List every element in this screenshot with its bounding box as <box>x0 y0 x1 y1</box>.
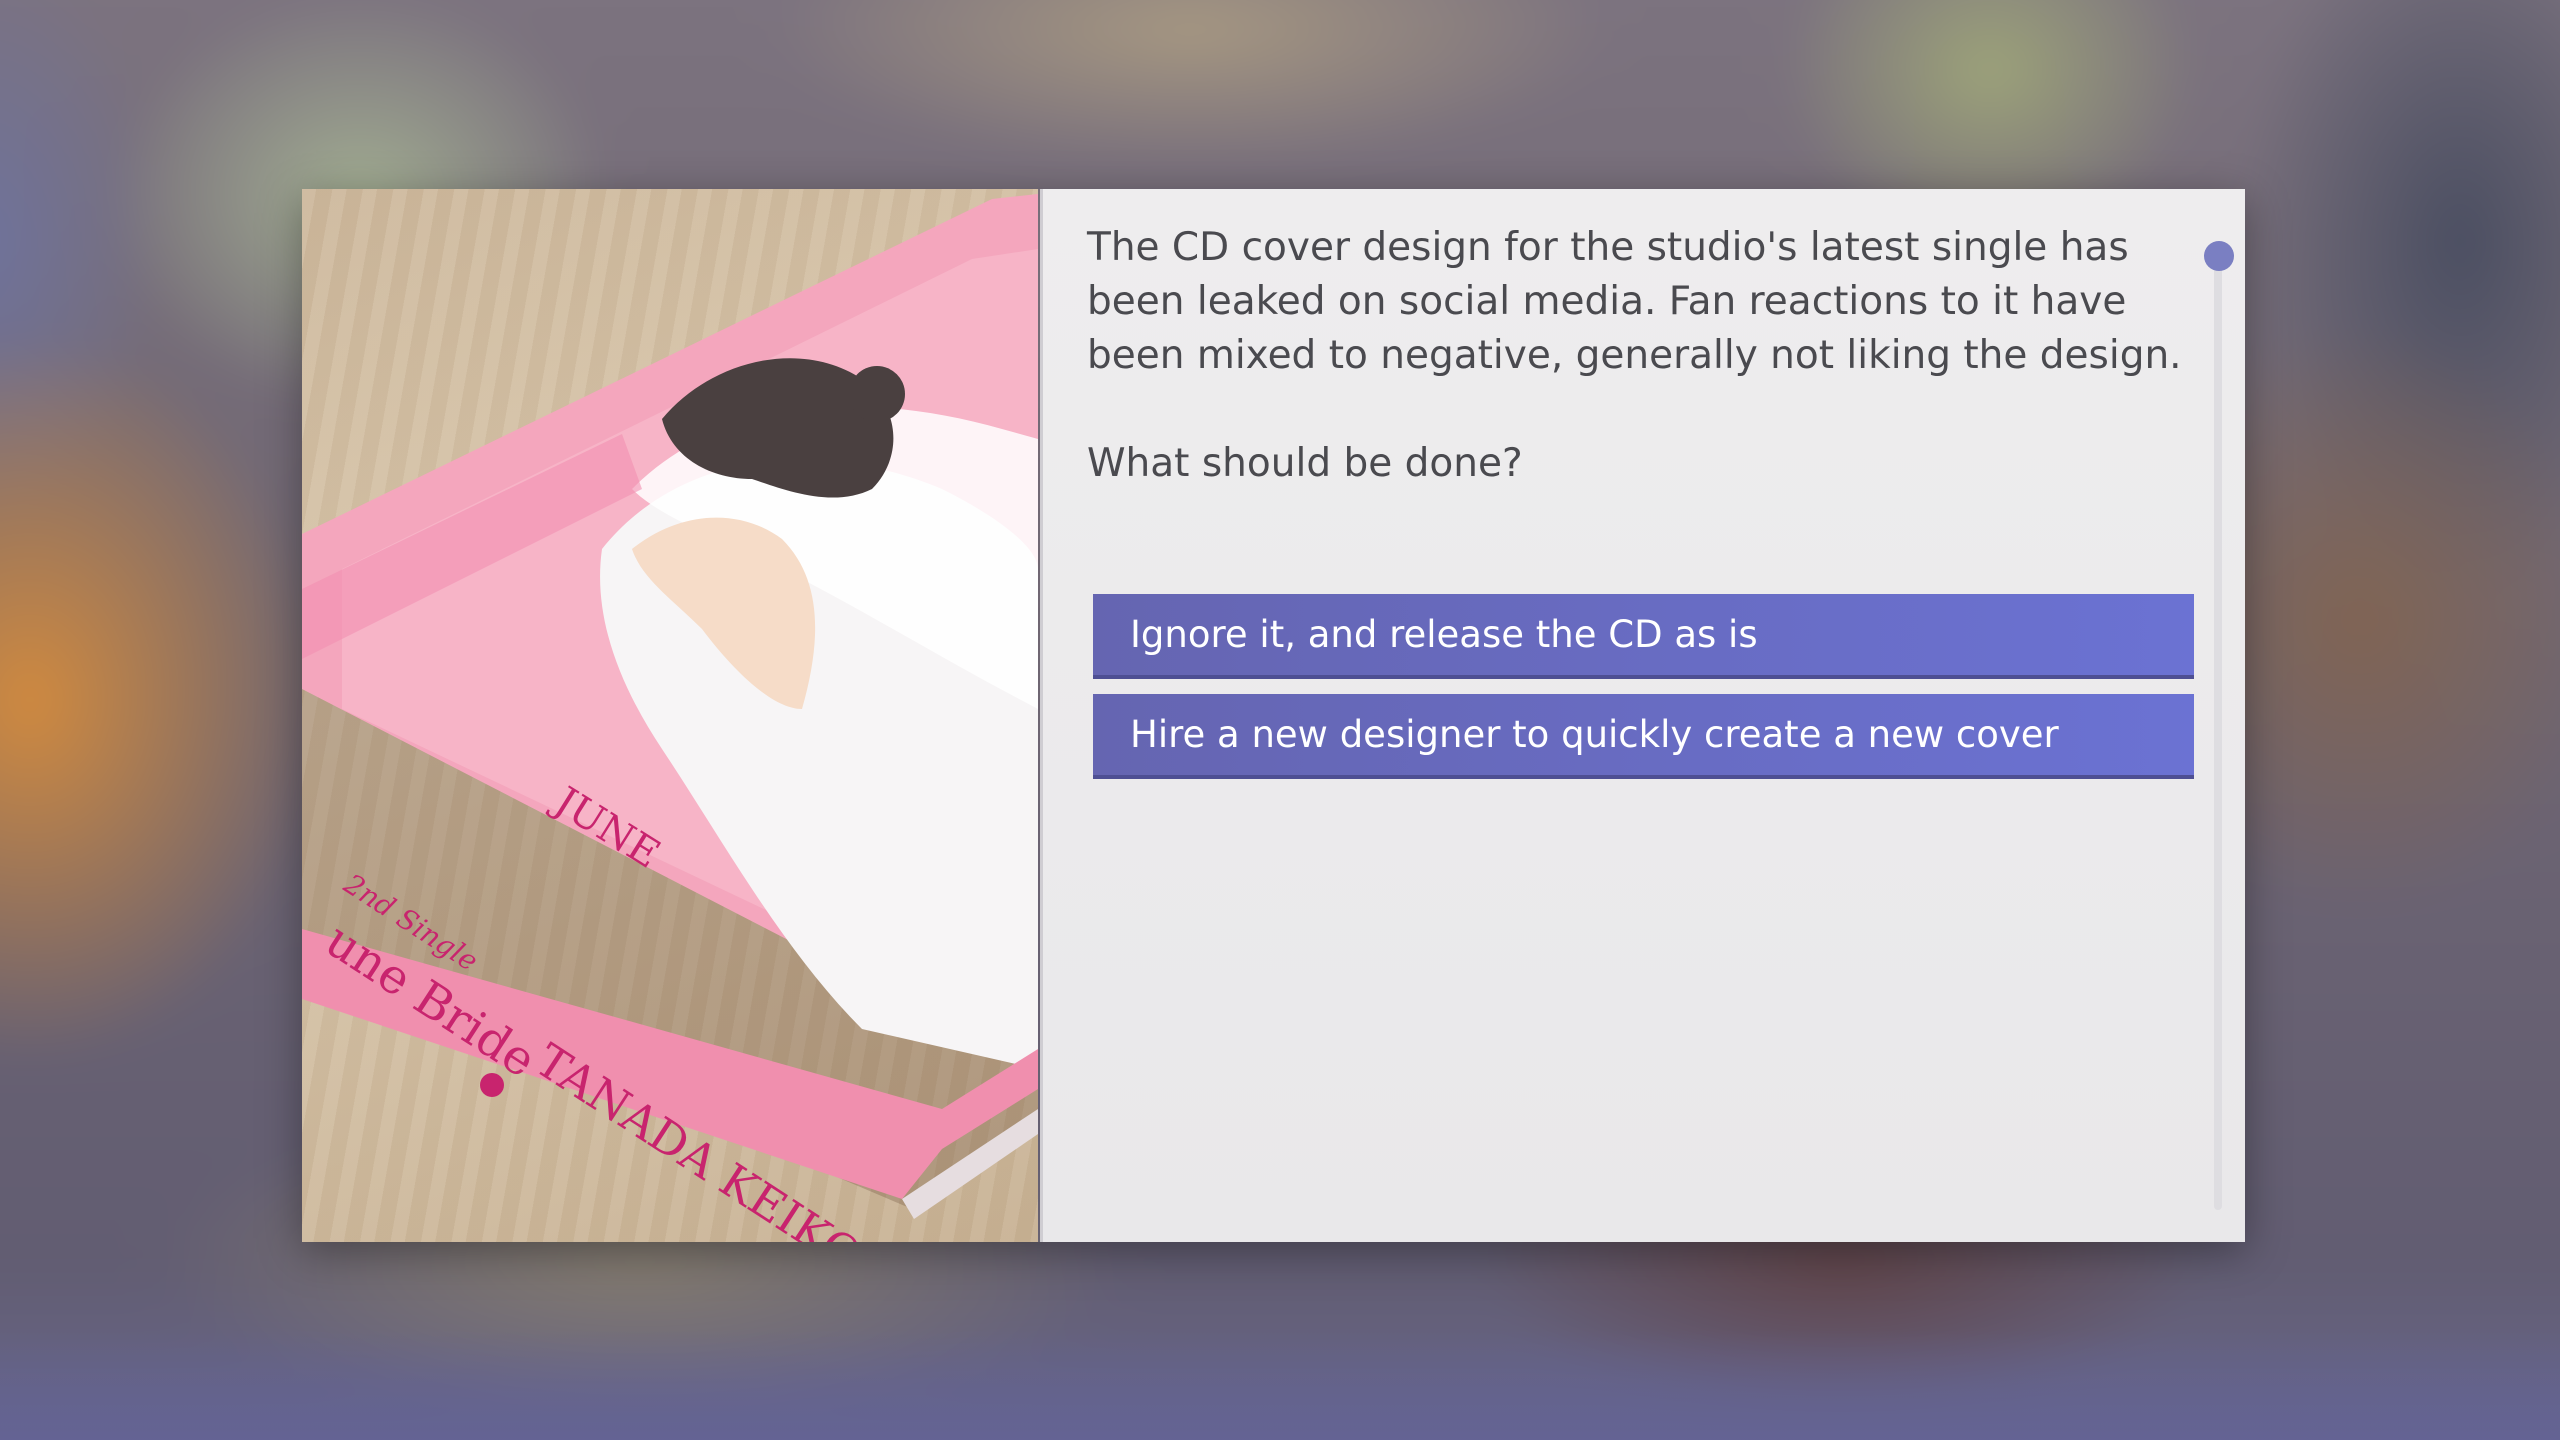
event-dialog: JUNE une Bride TANADA KEIKO 2nd Single T… <box>302 189 2245 1242</box>
scrollbar-track[interactable] <box>2214 245 2222 1210</box>
background-bottom-tint <box>0 1330 2560 1440</box>
cd-case-illustration: JUNE une Bride TANADA KEIKO 2nd Single <box>302 194 1038 1242</box>
event-description: The CD cover design for the studio's lat… <box>1087 221 2187 383</box>
event-description-line: The CD cover design for the studio's lat… <box>1087 225 2129 270</box>
spine-flower-icon <box>480 1073 504 1097</box>
scrollbar-thumb[interactable] <box>2204 241 2234 271</box>
choice-button-new-cover[interactable]: Hire a new designer to quickly create a … <box>1093 694 2194 779</box>
figure-hair-bun <box>849 366 905 422</box>
event-artwork: JUNE une Bride TANADA KEIKO 2nd Single <box>302 189 1038 1242</box>
event-content: The CD cover design for the studio's lat… <box>1040 189 2245 1242</box>
choice-button-ignore[interactable]: Ignore it, and release the CD as is <box>1093 594 2194 679</box>
event-description-line: been leaked on social media. Fan reactio… <box>1087 279 2127 324</box>
event-question: What should be done? <box>1087 441 1523 486</box>
event-description-line: been mixed to negative, generally not li… <box>1087 333 2182 378</box>
